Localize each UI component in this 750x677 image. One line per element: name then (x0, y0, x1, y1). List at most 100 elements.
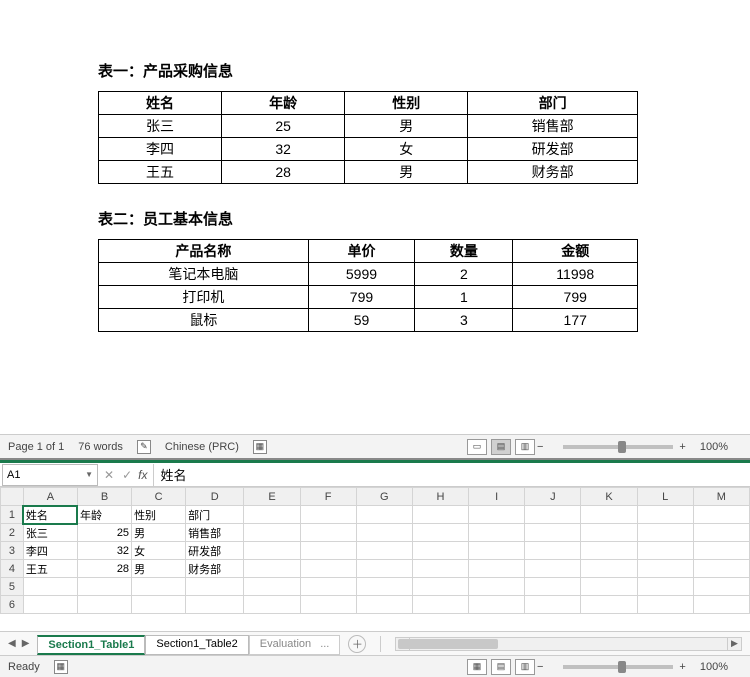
cell[interactable] (637, 524, 693, 542)
zoom-level[interactable]: 100% (700, 661, 728, 673)
word-count[interactable]: 76 words (78, 441, 123, 453)
cell[interactable] (244, 560, 300, 578)
cell[interactable]: 销售部 (186, 524, 244, 542)
name-box[interactable]: A1 ▼ (2, 464, 98, 486)
excel-grid-wrap[interactable]: A B C D E F G H I J K L M 1 姓名 年龄 性别 部门 (0, 487, 750, 631)
cell[interactable]: 部门 (186, 506, 244, 524)
cell[interactable] (469, 578, 525, 596)
cell[interactable] (412, 596, 468, 614)
cell-A1[interactable]: 姓名 (23, 506, 77, 524)
cell[interactable] (525, 578, 581, 596)
cell[interactable] (525, 596, 581, 614)
cell[interactable] (356, 578, 412, 596)
page-break-view-button[interactable]: ▥ (515, 659, 535, 675)
cell[interactable] (300, 542, 356, 560)
col-header-D[interactable]: D (186, 488, 244, 506)
cell[interactable] (693, 596, 749, 614)
cell[interactable] (300, 524, 356, 542)
cell[interactable] (412, 542, 468, 560)
cell[interactable] (300, 578, 356, 596)
word-page-wrapper[interactable]: 表一：产品采购信息 姓名 年龄 性别 部门 张三 25 男 销售部 李四 32 (0, 0, 750, 434)
cell[interactable] (412, 578, 468, 596)
cell[interactable] (132, 596, 186, 614)
zoom-out-button[interactable]: − (537, 441, 543, 453)
cell[interactable]: 财务部 (186, 560, 244, 578)
cancel-icon[interactable]: ✕ (104, 468, 114, 482)
sheet-tab-section1-table1[interactable]: Section1_Table1 (37, 635, 145, 655)
col-header-L[interactable]: L (637, 488, 693, 506)
cell[interactable] (581, 524, 637, 542)
cell[interactable] (469, 524, 525, 542)
cell[interactable] (469, 596, 525, 614)
word-table-1[interactable]: 姓名 年龄 性别 部门 张三 25 男 销售部 李四 32 女 研发部 (98, 91, 638, 184)
cell[interactable]: 男 (132, 524, 186, 542)
cell[interactable] (244, 506, 300, 524)
web-layout-button[interactable]: ▥ (515, 439, 535, 455)
proofing-button[interactable]: ✎ (137, 440, 151, 454)
zoom-out-button[interactable]: − (537, 661, 543, 673)
cell[interactable] (356, 560, 412, 578)
col-header-K[interactable]: K (581, 488, 637, 506)
cell[interactable] (581, 542, 637, 560)
select-all-corner[interactable] (1, 488, 24, 506)
cell[interactable] (244, 578, 300, 596)
word-table-2[interactable]: 产品名称 单价 数量 金额 笔记本电脑 5999 2 11998 打印机 799… (98, 239, 638, 332)
cell[interactable] (693, 542, 749, 560)
tab-nav-next-icon[interactable]: ▶ (22, 638, 30, 649)
cell[interactable] (637, 578, 693, 596)
row-header[interactable]: 3 (1, 542, 24, 560)
cell[interactable] (581, 596, 637, 614)
row-header[interactable]: 1 (1, 506, 24, 524)
cell[interactable]: 女 (132, 542, 186, 560)
sheet-tab-evaluation[interactable]: Evaluation ... (249, 635, 341, 655)
cell[interactable] (244, 524, 300, 542)
zoom-slider[interactable] (563, 665, 673, 669)
cell[interactable] (693, 560, 749, 578)
normal-view-button[interactable]: ▦ (467, 659, 487, 675)
horizontal-scrollbar[interactable]: ◀ ▶ (395, 637, 742, 651)
cell[interactable] (469, 542, 525, 560)
cell[interactable]: 张三 (23, 524, 77, 542)
cell[interactable]: 28 (77, 560, 131, 578)
cell[interactable] (77, 596, 131, 614)
cell[interactable]: 李四 (23, 542, 77, 560)
cell[interactable] (300, 506, 356, 524)
cell[interactable] (637, 506, 693, 524)
cell[interactable]: 男 (132, 560, 186, 578)
new-sheet-button[interactable]: ＋ (348, 635, 366, 653)
cell[interactable] (637, 542, 693, 560)
sheet-tab-section1-table2[interactable]: Section1_Table2 (145, 635, 248, 655)
cell[interactable] (356, 524, 412, 542)
row-header[interactable]: 2 (1, 524, 24, 542)
cell[interactable] (300, 560, 356, 578)
col-header-C[interactable]: C (132, 488, 186, 506)
zoom-slider[interactable] (563, 445, 673, 449)
cell[interactable] (23, 578, 77, 596)
cell[interactable] (637, 596, 693, 614)
col-header-I[interactable]: I (469, 488, 525, 506)
print-layout-button[interactable]: ▤ (491, 439, 511, 455)
cell[interactable] (693, 506, 749, 524)
col-header-M[interactable]: M (693, 488, 749, 506)
cell[interactable] (637, 560, 693, 578)
tab-nav-prev-icon[interactable]: ◀ (8, 638, 16, 649)
zoom-in-button[interactable]: + (679, 661, 685, 673)
cell[interactable] (77, 578, 131, 596)
cell[interactable] (412, 560, 468, 578)
cell[interactable] (693, 524, 749, 542)
cell[interactable]: 年龄 (77, 506, 131, 524)
zoom-in-button[interactable]: + (679, 441, 685, 453)
page-layout-view-button[interactable]: ▤ (491, 659, 511, 675)
cell[interactable] (300, 596, 356, 614)
cell[interactable] (412, 506, 468, 524)
language-indicator[interactable]: Chinese (PRC) (165, 441, 239, 453)
cell[interactable] (581, 578, 637, 596)
enter-icon[interactable]: ✓ (122, 468, 132, 482)
fx-icon[interactable]: fx (138, 468, 147, 482)
row-header[interactable]: 6 (1, 596, 24, 614)
cell[interactable] (581, 506, 637, 524)
macro-button[interactable]: ▦ (253, 440, 267, 454)
cell[interactable] (132, 578, 186, 596)
col-header-G[interactable]: G (356, 488, 412, 506)
formula-input[interactable]: 姓名 (153, 464, 750, 486)
